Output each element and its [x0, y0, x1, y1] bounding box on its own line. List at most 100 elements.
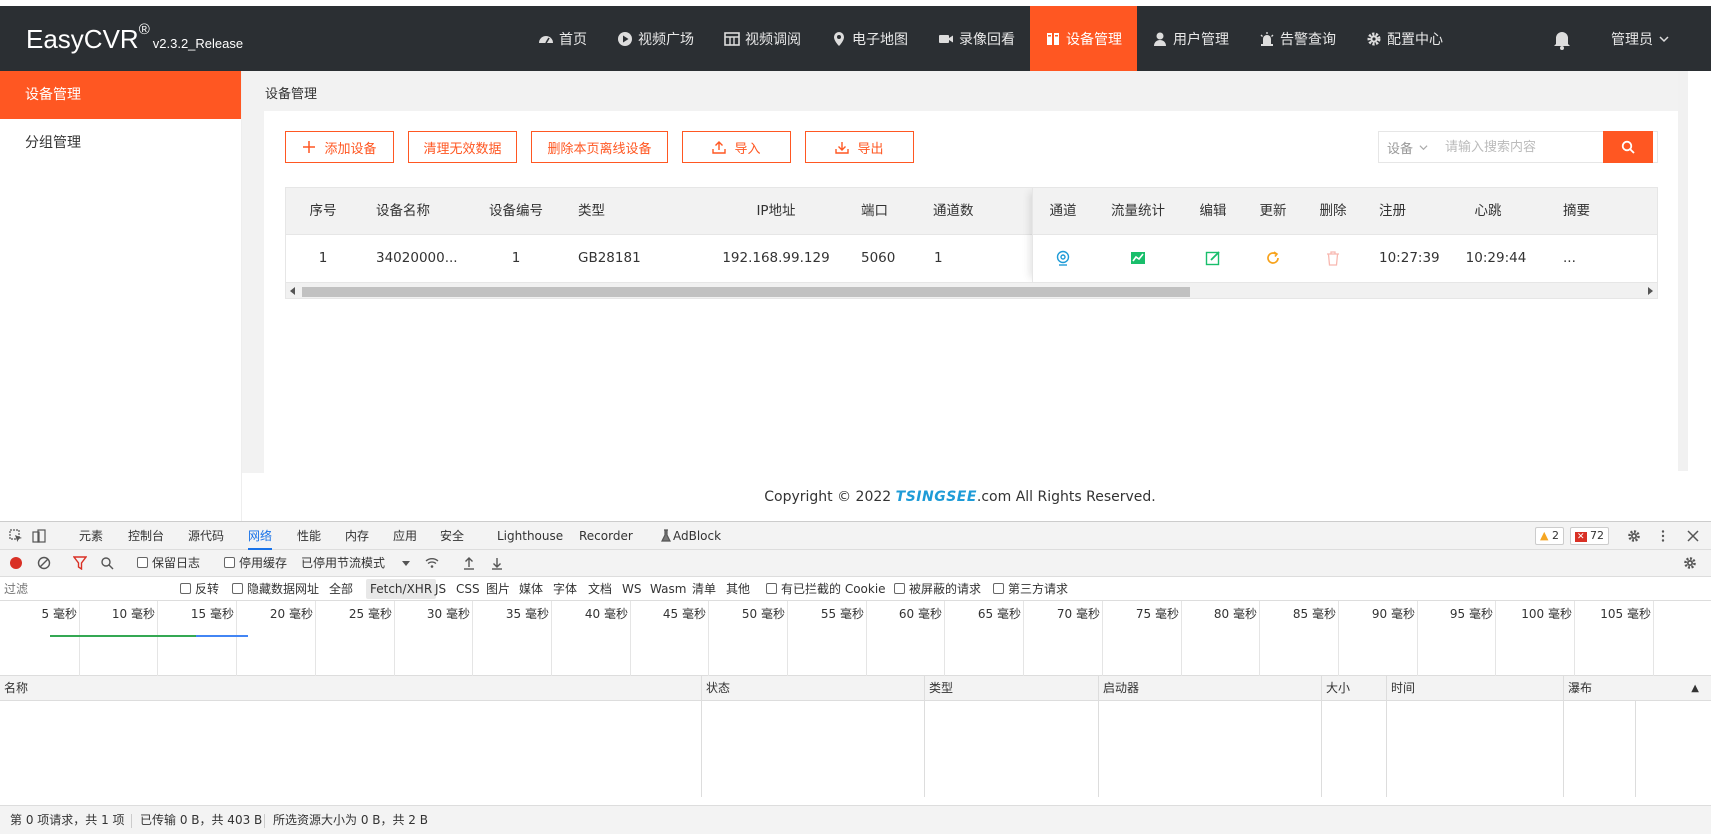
- scroll-left-icon[interactable]: [290, 287, 296, 295]
- nav-device-management[interactable]: 设备管理: [1030, 6, 1137, 71]
- col-header-time[interactable]: 时间: [1387, 676, 1564, 701]
- trash-icon[interactable]: [1325, 250, 1341, 266]
- type-filter-ws[interactable]: WS: [622, 577, 641, 601]
- col-header-heartbeat[interactable]: 心跳: [1453, 188, 1523, 235]
- error-badge[interactable]: ✕ 72: [1570, 527, 1610, 545]
- col-header-status[interactable]: 状态: [702, 676, 925, 701]
- type-filter-fetch-xhr[interactable]: Fetch/XHR: [366, 579, 437, 599]
- footer-brand-link[interactable]: TSINGSEE: [896, 489, 977, 505]
- delete-offline-devices-button[interactable]: 删除本页离线设备: [531, 131, 668, 163]
- add-device-button[interactable]: 添加设备: [285, 131, 394, 163]
- scrollbar-thumb[interactable]: [302, 287, 1190, 297]
- devtools-tab-memory[interactable]: 内存: [345, 522, 369, 550]
- gear-icon[interactable]: [1683, 556, 1697, 570]
- search-icon[interactable]: [100, 556, 114, 570]
- col-header-index[interactable]: 序号: [286, 188, 360, 235]
- col-header-channel-count[interactable]: 通道数: [933, 188, 973, 235]
- nav-config-center[interactable]: 配置中心: [1351, 6, 1458, 71]
- disable-cache-checkbox[interactable]: 停用缓存: [224, 550, 287, 577]
- filter-input[interactable]: [4, 580, 164, 598]
- col-header-request-name[interactable]: 名称: [0, 676, 702, 701]
- preserve-log-checkbox[interactable]: 保留日志: [137, 550, 200, 577]
- devtools-tab-application[interactable]: 应用: [393, 522, 417, 550]
- nav-user-management[interactable]: 用户管理: [1137, 6, 1244, 71]
- invert-checkbox[interactable]: 反转: [180, 577, 219, 601]
- export-button[interactable]: 导出: [805, 131, 914, 163]
- page-vertical-scrollbar[interactable]: [1678, 71, 1688, 471]
- sidebar-item-device-management[interactable]: 设备管理: [0, 71, 241, 119]
- type-filter-media[interactable]: 媒体: [519, 577, 543, 601]
- nav-alarm-query[interactable]: 告警查询: [1244, 6, 1351, 71]
- scroll-right-icon[interactable]: [1647, 287, 1653, 295]
- close-icon[interactable]: [1686, 529, 1700, 543]
- search-input[interactable]: [1437, 132, 1603, 162]
- import-har-icon[interactable]: [462, 556, 476, 570]
- type-filter-other[interactable]: 其他: [726, 577, 750, 601]
- search-button[interactable]: [1603, 131, 1653, 163]
- table-horizontal-scrollbar[interactable]: [286, 282, 1657, 298]
- devtools-tab-elements[interactable]: 元素: [79, 522, 103, 550]
- clear-invalid-data-button[interactable]: 清理无效数据: [408, 131, 517, 163]
- blocked-cookies-checkbox[interactable]: 有已拦截的 Cookie: [766, 577, 886, 601]
- camera-icon[interactable]: [1055, 250, 1071, 266]
- nav-home[interactable]: 首页: [523, 6, 602, 71]
- devtools-tab-adblock[interactable]: AdBlock: [673, 522, 721, 550]
- col-header-name[interactable]: 设备名称: [376, 188, 466, 235]
- export-har-icon[interactable]: [490, 556, 504, 570]
- app-logo[interactable]: EasyCVR®v2.3.2_Release: [26, 21, 243, 55]
- type-filter-js[interactable]: JS: [435, 577, 446, 601]
- record-icon[interactable]: [9, 556, 23, 570]
- col-header-delete[interactable]: 删除: [1303, 188, 1363, 235]
- third-party-checkbox[interactable]: 第三方请求: [993, 577, 1068, 601]
- refresh-icon[interactable]: [1265, 250, 1281, 266]
- devtools-tab-network[interactable]: 网络: [248, 522, 273, 550]
- col-header-ip[interactable]: IP地址: [716, 188, 836, 235]
- network-conditions-icon[interactable]: [425, 556, 439, 570]
- devtools-tab-lighthouse[interactable]: Lighthouse: [497, 522, 563, 550]
- warning-badge[interactable]: ▲ 2: [1535, 527, 1564, 545]
- col-header-waterfall[interactable]: 瀑布 ▲: [1564, 676, 1711, 701]
- nav-video-square[interactable]: 视频广场: [602, 6, 709, 71]
- clear-icon[interactable]: [37, 556, 51, 570]
- devtools-tab-sources[interactable]: 源代码: [188, 522, 224, 550]
- bell-icon[interactable]: [1551, 28, 1573, 50]
- search-scope-select[interactable]: 设备: [1379, 132, 1437, 162]
- filter-icon[interactable]: [73, 556, 87, 570]
- col-header-type[interactable]: 类型: [925, 676, 1099, 701]
- col-header-type[interactable]: 类型: [578, 188, 668, 235]
- nav-emap[interactable]: 电子地图: [816, 6, 923, 71]
- type-filter-font[interactable]: 字体: [553, 577, 577, 601]
- col-header-edit[interactable]: 编辑: [1183, 188, 1243, 235]
- type-filter-all[interactable]: 全部: [329, 577, 353, 601]
- col-header-update[interactable]: 更新: [1243, 188, 1303, 235]
- import-button[interactable]: 导入: [682, 131, 791, 163]
- devtools-tab-performance[interactable]: 性能: [297, 522, 321, 550]
- col-header-summary[interactable]: 摘要: [1563, 188, 1623, 235]
- col-header-traffic[interactable]: 流量统计: [1101, 188, 1175, 235]
- devtools-tab-recorder[interactable]: Recorder: [579, 522, 633, 550]
- col-header-size[interactable]: 大小: [1322, 676, 1387, 701]
- user-menu[interactable]: 管理员: [1611, 29, 1669, 49]
- hide-data-urls-checkbox[interactable]: 隐藏数据网址: [232, 577, 319, 601]
- type-filter-manifest[interactable]: 清单: [692, 577, 716, 601]
- col-header-port[interactable]: 端口: [861, 188, 921, 235]
- devtools-tab-console[interactable]: 控制台: [128, 522, 164, 550]
- col-header-channel[interactable]: 通道: [1033, 188, 1093, 235]
- type-filter-img[interactable]: 图片: [486, 577, 510, 601]
- devtools-tab-security[interactable]: 安全: [440, 522, 464, 550]
- col-header-code[interactable]: 设备编号: [471, 188, 561, 235]
- type-filter-css[interactable]: CSS: [456, 577, 480, 601]
- col-header-initiator[interactable]: 启动器: [1099, 676, 1322, 701]
- edit-icon[interactable]: [1205, 250, 1221, 266]
- throttling-select[interactable]: 已停用节流模式: [301, 550, 385, 577]
- sidebar-item-group-management[interactable]: 分组管理: [0, 119, 241, 167]
- more-vertical-icon[interactable]: [1656, 529, 1670, 543]
- type-filter-wasm[interactable]: Wasm: [650, 577, 686, 601]
- network-overview-timeline[interactable]: 5 毫秒 10 毫秒 15 毫秒 20 毫秒 25 毫秒 30 毫秒 35 毫秒 40 毫秒 4…: [0, 601, 1711, 676]
- chart-icon[interactable]: [1130, 250, 1146, 266]
- nav-video-review[interactable]: 视频调阅: [709, 6, 816, 71]
- type-filter-doc[interactable]: 文档: [588, 577, 612, 601]
- device-toolbar-icon[interactable]: [32, 529, 46, 543]
- inspect-element-icon[interactable]: [9, 529, 23, 543]
- blocked-requests-checkbox[interactable]: 被屏蔽的请求: [894, 577, 981, 601]
